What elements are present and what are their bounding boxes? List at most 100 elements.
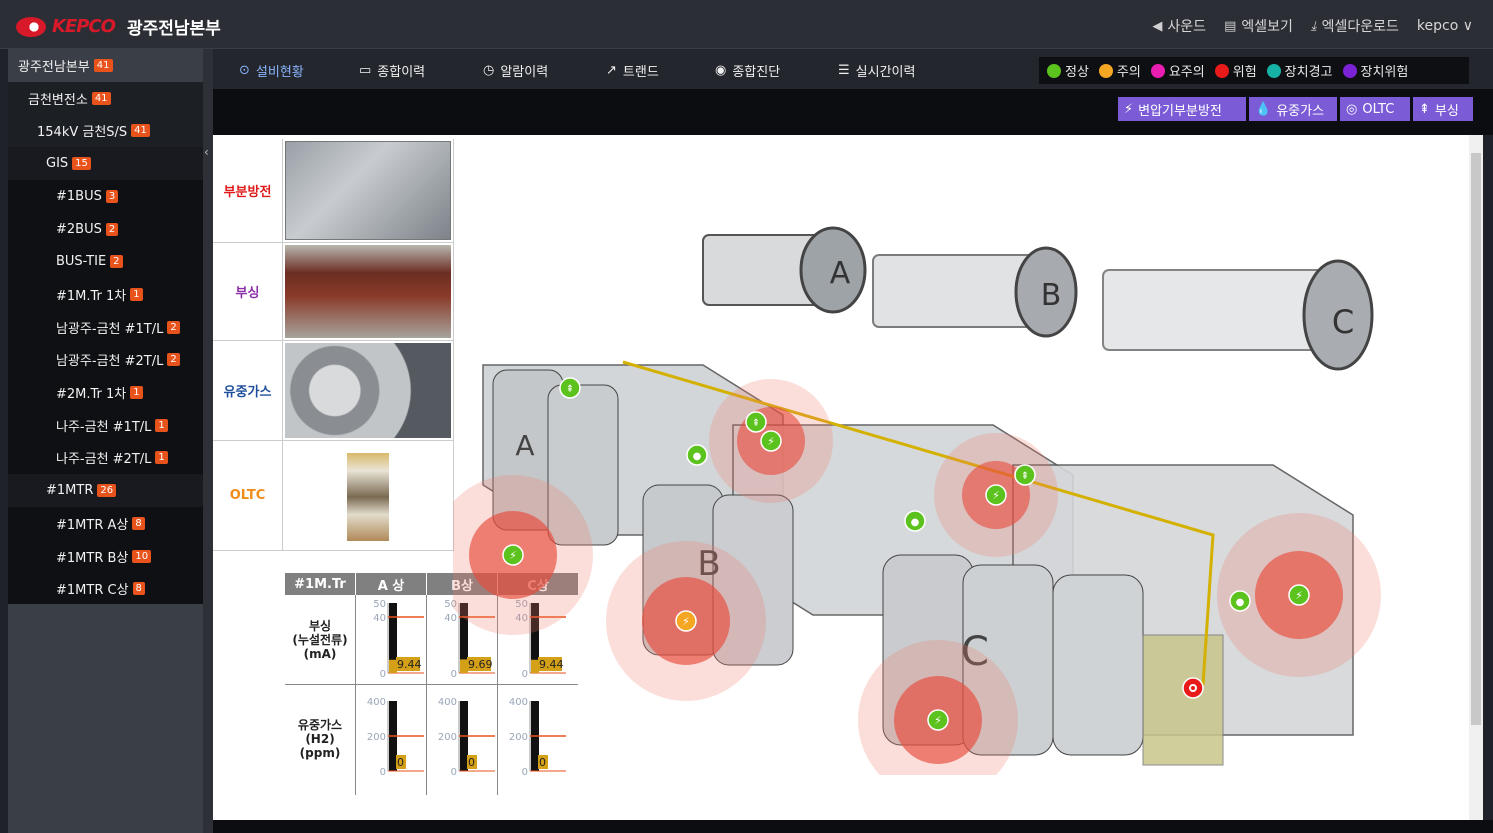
filter-label: OLTC — [1362, 101, 1395, 117]
oltc-marker[interactable] — [1182, 677, 1204, 699]
filter-label: 부싱 — [1434, 103, 1459, 119]
excel-download-button[interactable]: ⤓ 엑셀다운로드 — [1311, 16, 1399, 36]
scrollbar-thumb[interactable] — [1471, 153, 1481, 725]
alarm-count-badge: 2 — [167, 353, 180, 367]
legend-label: 위험 — [1232, 65, 1257, 80]
alarm-count-badge: 8 — [132, 516, 145, 530]
main-tabs: ⊙ 설비현황 ▭ 종합이력 ◷ 알람이력 ↗ 트랜드 ◉ 종합진단 ☰ 실시간이력 정상 주의… — [213, 49, 1493, 89]
legend-item: 주의 — [1098, 61, 1141, 80]
tree-item[interactable]: #2M.Tr 1차 1 — [8, 376, 203, 409]
oil-gas-marker-c[interactable]: ● — [1229, 590, 1251, 612]
legend-label: 주의 — [1116, 65, 1141, 80]
legend-item: 위험 — [1214, 61, 1257, 80]
alarm-count-badge: 2 — [110, 255, 123, 269]
y-tick-label: 40 — [373, 613, 386, 624]
tab-label: 종합이력 — [377, 65, 426, 80]
legend-item: 정상 — [1047, 61, 1089, 80]
tree-item[interactable]: #1MTR 26 — [8, 474, 203, 508]
phase-label-b-top: B — [1041, 278, 1062, 313]
excel-view-label: 엑셀보기 — [1241, 19, 1293, 35]
status-legend: 정상 주의 요주의 위험 장치경고 장치위험 — [1039, 57, 1469, 84]
filter-oltc-button[interactable]: ◎ OLTC — [1340, 97, 1410, 121]
tree-item[interactable]: #1BUS 3 — [8, 179, 203, 213]
alarm-count-badge: 8 — [132, 582, 145, 596]
phase-label-a: A — [515, 429, 534, 462]
drop-icon: 💧 — [1255, 101, 1272, 117]
tree-item[interactable]: 나주-금천 #1T/L 1 — [8, 408, 203, 442]
control-cabinet — [1142, 634, 1224, 766]
kepco-logo: KEPCO 광주전남본부 — [16, 14, 221, 39]
lightning-icon: ⚡ — [934, 714, 942, 727]
legend-label: 정상 — [1065, 65, 1089, 80]
photo-row-bushing: 부싱 — [213, 243, 453, 341]
alarm-count-badge: 1 — [130, 287, 143, 301]
status-dot-icon — [1150, 63, 1165, 78]
tree-item-label: #2M.Tr 1차 — [56, 387, 127, 402]
tree-item-label: 남광주-금천 #2T/L — [56, 354, 164, 370]
tree-item[interactable]: BUS-TIE 2 — [8, 245, 203, 279]
tab-label: 종합진단 — [732, 65, 781, 80]
tree-item[interactable]: #1M.Tr 1차 1 — [8, 277, 203, 311]
bushing-marker-a[interactable]: ⇞ — [559, 377, 581, 399]
tree-item-label: 나주-금천 #1T/L — [56, 419, 152, 435]
y-tick-label: 0 — [380, 669, 386, 680]
diagnosis-icon: ◉ — [715, 63, 727, 78]
oltc-device-shape — [347, 453, 389, 541]
alarm-count-badge: 26 — [97, 484, 117, 498]
top-bar: KEPCO 광주전남본부 ◀ 사운드 ▤ 엑셀보기 ⤓ 엑셀다운로드 kepco ∨ — [0, 0, 1493, 49]
lightning-icon: ⚡ — [1295, 589, 1303, 602]
legend-label: 장치경고 — [1284, 65, 1333, 80]
tree-item[interactable]: #1MTR B상 10 — [8, 539, 203, 573]
history-chart-icon: ▭ — [359, 63, 372, 78]
tree-item[interactable]: 금천변전소 41 — [8, 81, 203, 115]
bushing-photo — [285, 245, 451, 339]
alarm-marker-pd-top-a[interactable]: ⚡ — [709, 379, 833, 503]
oil-gas-marker-b[interactable]: ● — [904, 510, 926, 532]
logo-swirl-icon — [16, 16, 46, 37]
filter-oil-gas-button[interactable]: 💧 유중가스 — [1249, 97, 1337, 121]
row-label: 부싱 — [213, 243, 283, 340]
content-scrollbar[interactable] — [1469, 135, 1483, 820]
tab-alarm-history[interactable]: ◷ 알람이력 — [483, 61, 548, 80]
y-tick-label: 0 — [380, 767, 386, 778]
excel-view-icon: ▤ — [1224, 18, 1237, 34]
oltc-photo — [285, 443, 451, 548]
download-icon: ⤓ — [1310, 18, 1317, 34]
tree-item[interactable]: 남광주-금천 #2T/L 2 — [8, 343, 203, 377]
status-dot-icon — [1342, 63, 1357, 78]
tree-item-label: #1BUS — [56, 188, 102, 204]
top-menu: ◀ 사운드 ▤ 엑셀보기 ⤓ 엑셀다운로드 kepco ∨ — [1152, 16, 1473, 36]
tree-item[interactable]: 광주전남본부 41 — [8, 49, 203, 82]
tree-item[interactable]: GIS 15 — [8, 147, 203, 181]
phase-label-c-top: C — [1332, 303, 1354, 341]
photo-row-oil-gas: 유중가스 — [213, 341, 453, 441]
sound-button[interactable]: ◀ 사운드 — [1152, 16, 1206, 36]
user-menu[interactable]: kepco ∨ — [1417, 16, 1473, 36]
filter-partial-discharge-button[interactable]: ⚡ 변압기부분방전 — [1118, 97, 1246, 121]
tree-item[interactable]: #1MTR A상 8 — [8, 506, 203, 540]
legend-item: 장치위험 — [1342, 61, 1408, 80]
oil-gas-marker-a[interactable]: ● — [686, 444, 708, 466]
tree-item[interactable]: 나주-금천 #2T/L 1 — [8, 441, 203, 475]
tree-item[interactable]: 남광주-금천 #1T/L 2 — [8, 310, 203, 344]
tree-item[interactable]: #1MTR C상 8 — [8, 572, 203, 606]
tree-item-label: #1MTR C상 — [56, 583, 129, 599]
tab-realtime-history[interactable]: ☰ 실시간이력 — [838, 61, 915, 80]
tab-total-diagnosis[interactable]: ◉ 종합진단 — [715, 61, 780, 80]
excel-view-button[interactable]: ▤ 엑셀보기 — [1224, 16, 1293, 36]
alarm-marker-pd-b[interactable]: ⚡ — [606, 541, 766, 701]
alarm-marker-pd-top-b[interactable]: ⚡ — [934, 433, 1058, 557]
tree-item[interactable]: 154kV 금천S/S 41 — [8, 114, 203, 148]
tab-trend[interactable]: ↗ 트랜드 — [606, 61, 659, 80]
value-label: 0 — [397, 756, 404, 769]
value-bar — [389, 659, 397, 673]
y-tick-label: 50 — [373, 599, 386, 610]
tab-total-history[interactable]: ▭ 종합이력 — [359, 61, 425, 80]
bushing-marker-c[interactable]: ⇞ — [1014, 464, 1036, 486]
tree-item[interactable]: #2BUS 2 — [8, 212, 203, 246]
filter-bushing-button[interactable]: ⇞ 부싱 — [1413, 97, 1473, 121]
tab-facility-status[interactable]: ⊙ 설비현황 — [239, 61, 304, 80]
bushing-marker-b[interactable]: ⇞ — [745, 411, 767, 433]
value-label: 9.44 — [397, 658, 422, 671]
sidebar-collapse-handle[interactable]: ‹ — [203, 49, 213, 833]
